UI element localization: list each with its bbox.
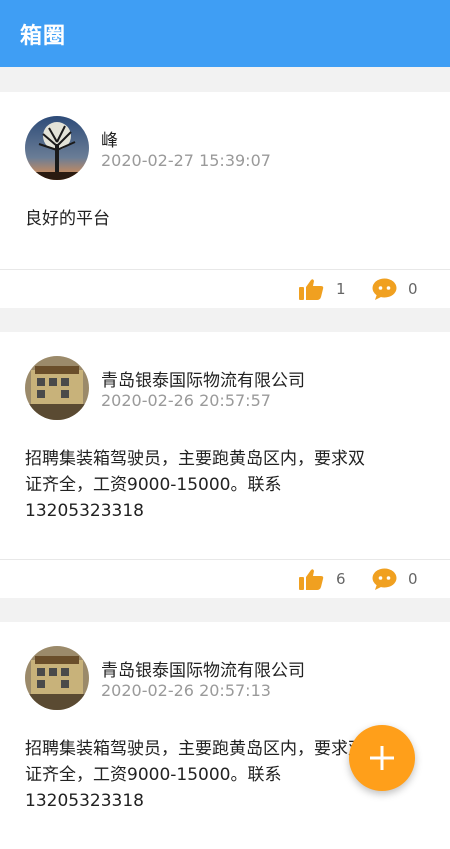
app-bar: 箱圈: [0, 0, 450, 67]
post-body[interactable]: 峰 2020-02-27 15:39:07 良好的平台: [0, 92, 450, 269]
post-card[interactable]: 青岛银泰国际物流有限公司 2020-02-26 20:57:57 招聘集装箱驾驶…: [0, 332, 450, 598]
post-card[interactable]: 峰 2020-02-27 15:39:07 良好的平台 1 0: [0, 92, 450, 308]
author-name[interactable]: 青岛银泰国际物流有限公司: [101, 656, 305, 681]
author-name[interactable]: 青岛银泰国际物流有限公司: [101, 366, 305, 391]
post-content: 招聘集装箱驾驶员，主要跑黄岛区内，要求双证齐全，工资9000-15000。联系1…: [25, 739, 365, 811]
post-body[interactable]: 青岛银泰国际物流有限公司 2020-02-26 20:57:57 招聘集装箱驾驶…: [0, 332, 450, 559]
plus-icon: [370, 746, 394, 770]
speech-bubble-icon[interactable]: [372, 568, 397, 590]
avatar[interactable]: [25, 646, 89, 710]
post-content: 良好的平台: [25, 209, 110, 229]
post-actions: 1 0: [0, 269, 450, 308]
avatar[interactable]: [25, 356, 89, 420]
post-actions: 6 0: [0, 559, 450, 598]
like-count: 1: [336, 280, 346, 298]
app-title: 箱圈: [20, 23, 67, 49]
avatar[interactable]: [25, 116, 89, 180]
thumbs-up-icon[interactable]: [299, 568, 324, 590]
author-name[interactable]: 峰: [101, 126, 118, 151]
speech-bubble-icon[interactable]: [372, 278, 397, 300]
like-count: 6: [336, 570, 346, 588]
add-post-button[interactable]: [349, 725, 415, 791]
post-content: 招聘集装箱驾驶员，主要跑黄岛区内，要求双证齐全，工资9000-15000。联系1…: [25, 449, 365, 521]
post-time: 2020-02-26 20:57:13: [101, 681, 271, 700]
comment-count: 0: [408, 280, 418, 298]
comment-count: 0: [408, 570, 418, 588]
thumbs-up-icon[interactable]: [299, 278, 324, 300]
post-time: 2020-02-26 20:57:57: [101, 391, 271, 410]
post-time: 2020-02-27 15:39:07: [101, 151, 271, 170]
